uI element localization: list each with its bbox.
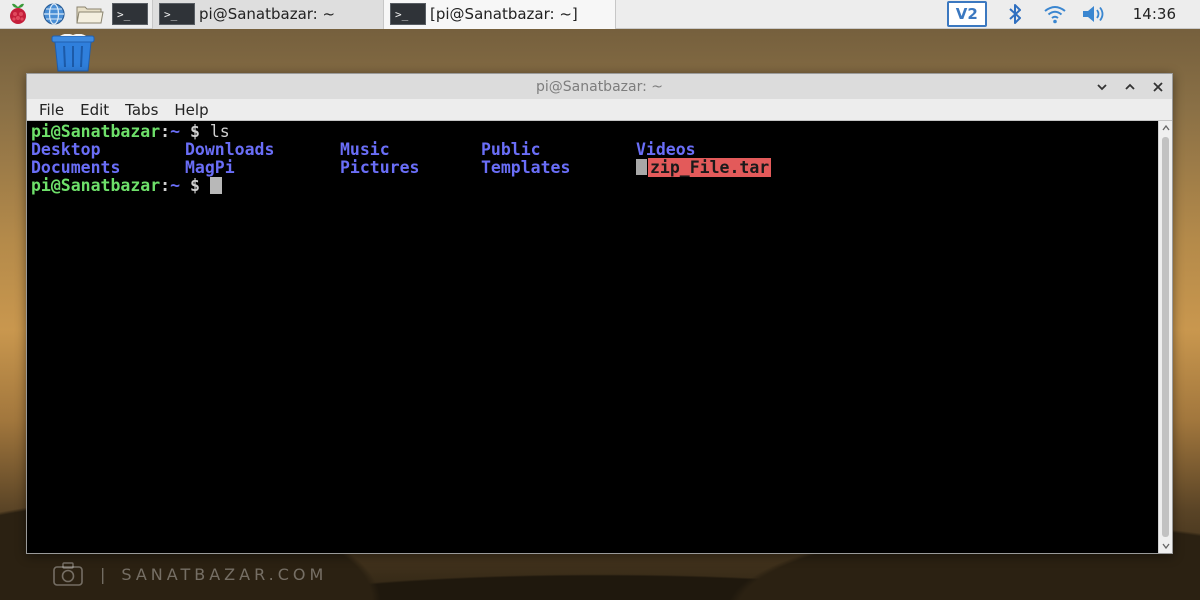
clock[interactable]: 14:36: [1133, 5, 1176, 23]
selection-block: [636, 159, 647, 175]
volume-icon[interactable]: [1081, 0, 1109, 29]
terminal-icon: >_: [159, 3, 195, 25]
arrow-up-icon: [1162, 125, 1170, 131]
command-text: ls: [209, 122, 230, 141]
dir-entry: MagPi: [185, 158, 235, 177]
terminal-line-prompt: pi@Sanatbazar:~ $: [31, 177, 1158, 195]
menu-file[interactable]: File: [39, 101, 64, 119]
vnc-server-icon[interactable]: V2: [946, 1, 987, 27]
dir-entry: Music: [340, 140, 390, 159]
watermark-text: SANATBAZAR.COM: [121, 564, 328, 584]
dir-entry: Pictures: [340, 158, 420, 177]
taskbar-task-terminal-2[interactable]: >_ [pi@Sanatbazar: ~]: [384, 0, 616, 29]
window-titlebar[interactable]: pi@Sanatbazar: ~: [27, 74, 1172, 99]
maximize-button[interactable]: [1122, 79, 1138, 95]
terminal-output[interactable]: pi@Sanatbazar:~ $ ls Desktop Downloads Mus…: [27, 121, 1158, 553]
minimize-button[interactable]: [1094, 79, 1110, 95]
chevron-up-icon: [1125, 83, 1135, 90]
prompt-symbol: $: [189, 122, 200, 141]
dir-entry: Public: [481, 140, 541, 159]
vnc-label: V2: [955, 5, 978, 23]
prompt-separator: :: [160, 122, 171, 141]
terminal-line-listing-1: Desktop Downloads Music Public Videos: [31, 141, 1158, 159]
menu-help[interactable]: Help: [174, 101, 208, 119]
vertical-scrollbar[interactable]: [1158, 121, 1172, 553]
prompt-path: ~: [170, 176, 181, 195]
system-tray: V2 14:36: [946, 0, 1200, 29]
menu-bar: File Edit Tabs Help: [27, 99, 1172, 121]
bluetooth-icon[interactable]: [1001, 0, 1029, 29]
watermark-separator: |: [100, 564, 106, 584]
terminal-line-command: pi@Sanatbazar:~ $ ls: [31, 123, 1158, 141]
prompt-user: pi@Sanatbazar: [31, 176, 161, 195]
scroll-down-arrow[interactable]: [1159, 539, 1173, 553]
file-manager-icon[interactable]: [72, 0, 108, 29]
text-cursor: [209, 177, 222, 194]
watermark: | SANATBAZAR.COM: [52, 560, 327, 588]
archive-file: zip_File.tar: [648, 158, 772, 177]
raspberry-menu-icon[interactable]: [0, 0, 36, 29]
task-label: [pi@Sanatbazar: ~]: [430, 5, 578, 23]
task-label: pi@Sanatbazar: ~: [199, 5, 336, 23]
dir-entry: Videos: [636, 140, 696, 159]
terminal-icon: >_: [390, 3, 426, 25]
window-title: pi@Sanatbazar: ~: [536, 78, 663, 95]
trash-desktop-icon[interactable]: [48, 33, 98, 72]
terminal-window: pi@Sanatbazar: ~ File Edit Tabs Help pi@…: [26, 73, 1173, 554]
close-button[interactable]: [1150, 79, 1166, 95]
scroll-thumb[interactable]: [1162, 137, 1169, 537]
taskbar-task-terminal-1[interactable]: >_ pi@Sanatbazar: ~: [152, 0, 384, 29]
arrow-down-icon: [1162, 543, 1170, 549]
prompt-symbol: $: [189, 176, 200, 195]
camera-icon: [53, 562, 83, 586]
prompt-path: ~: [170, 122, 181, 141]
prompt-separator: :: [160, 176, 171, 195]
close-icon: [1153, 81, 1163, 92]
archive-entry: zip_File.tar: [636, 158, 772, 177]
menu-edit[interactable]: Edit: [80, 101, 109, 119]
prompt-user: pi@Sanatbazar: [31, 122, 161, 141]
web-browser-icon[interactable]: [36, 0, 72, 29]
wifi-icon[interactable]: [1041, 0, 1069, 29]
terminal-line-listing-2: Documents MagPi Pictures Templates zip_File.…: [31, 158, 1158, 177]
chevron-down-icon: [1097, 83, 1107, 90]
dir-entry: Downloads: [185, 140, 275, 159]
top-panel: >_ >_ pi@Sanatbazar: ~ >_ [pi@Sanatbazar…: [0, 0, 1200, 29]
scroll-up-arrow[interactable]: [1159, 121, 1173, 135]
dir-entry: Desktop: [31, 140, 101, 159]
dir-entry: Documents: [31, 158, 121, 177]
menu-tabs[interactable]: Tabs: [125, 101, 158, 119]
terminal-launcher-icon[interactable]: >_: [108, 0, 152, 29]
dir-entry: Templates: [481, 158, 571, 177]
